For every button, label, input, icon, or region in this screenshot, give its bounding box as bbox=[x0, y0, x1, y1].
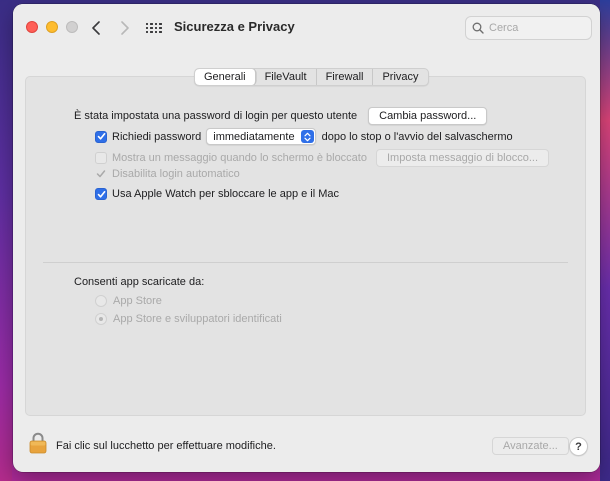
close-window-button[interactable] bbox=[26, 21, 38, 33]
checkmark-icon bbox=[97, 133, 105, 140]
require-password-row: Richiedi password immediatamente dopo lo… bbox=[95, 128, 513, 145]
window-title: Sicurezza e Privacy bbox=[174, 19, 295, 34]
desktop-wallpaper-right bbox=[600, 0, 610, 481]
checkmark-icon bbox=[96, 170, 106, 178]
search-field[interactable]: Cerca bbox=[465, 16, 592, 40]
show-message-checkbox[interactable] bbox=[95, 152, 107, 164]
password-set-text: È stata impostata una password di login … bbox=[74, 110, 358, 122]
radio-identified-label: App Store e sviluppatori identificati bbox=[113, 313, 282, 325]
disable-autologin-label: Disabilita login automatico bbox=[112, 168, 240, 180]
search-icon bbox=[472, 22, 484, 34]
desktop-wallpaper-left bbox=[0, 0, 12, 481]
set-lock-message-button[interactable]: Imposta messaggio di blocco... bbox=[375, 149, 550, 167]
zoom-window-button[interactable] bbox=[66, 21, 78, 33]
show-message-label: Mostra un messaggio quando lo schermo è … bbox=[112, 152, 367, 164]
tab-firewall[interactable]: Firewall bbox=[317, 69, 374, 85]
preferences-window: Sicurezza e Privacy Cerca Generali FileV… bbox=[13, 4, 600, 472]
back-button[interactable] bbox=[85, 17, 107, 39]
apple-watch-checkbox[interactable] bbox=[95, 188, 107, 200]
change-password-button[interactable]: Cambia password... bbox=[368, 107, 488, 125]
password-row: È stata impostata una password di login … bbox=[74, 107, 488, 125]
tab-filevault[interactable]: FileVault bbox=[256, 69, 317, 85]
chevron-left-icon bbox=[92, 21, 100, 35]
tab-bar: Generali FileVault Firewall Privacy bbox=[194, 68, 429, 86]
content-panel bbox=[25, 76, 586, 416]
radio-identified-developers[interactable] bbox=[95, 313, 107, 325]
radio-app-store-row: App Store bbox=[95, 295, 162, 307]
section-divider bbox=[43, 262, 568, 263]
title-bar: Sicurezza e Privacy Cerca bbox=[13, 4, 600, 52]
require-password-suffix: dopo lo stop o l'avvio del salvaschermo bbox=[321, 130, 513, 143]
help-button[interactable]: ? bbox=[569, 437, 588, 456]
search-placeholder: Cerca bbox=[489, 22, 519, 34]
checkmark-icon bbox=[97, 190, 105, 198]
lock-icon[interactable] bbox=[29, 432, 47, 454]
require-password-checkbox[interactable] bbox=[95, 130, 107, 143]
chevron-right-icon bbox=[121, 21, 129, 35]
downloads-heading: Consenti app scaricate da: bbox=[74, 276, 205, 288]
disable-autologin-row: Disabilita login automatico bbox=[95, 168, 240, 180]
show-all-grid-icon[interactable] bbox=[145, 19, 163, 37]
tab-generali[interactable]: Generali bbox=[195, 69, 256, 85]
show-message-row: Mostra un messaggio quando lo schermo è … bbox=[95, 149, 550, 167]
radio-app-store-label: App Store bbox=[113, 295, 162, 307]
disable-autologin-checkbox[interactable] bbox=[95, 168, 107, 180]
require-password-select-value: immediatamente bbox=[213, 130, 295, 143]
tab-privacy[interactable]: Privacy bbox=[373, 69, 427, 85]
radio-identified-row: App Store e sviluppatori identificati bbox=[95, 313, 282, 325]
apple-watch-label: Usa Apple Watch per sbloccare le app e i… bbox=[112, 188, 340, 200]
require-password-label: Richiedi password bbox=[112, 130, 202, 143]
require-password-select[interactable]: immediatamente bbox=[206, 128, 316, 145]
lock-hint-text: Fai clic sul lucchetto per effettuare mo… bbox=[56, 440, 276, 452]
forward-button[interactable] bbox=[114, 17, 136, 39]
apple-watch-row: Usa Apple Watch per sbloccare le app e i… bbox=[95, 188, 339, 200]
select-stepper-icon bbox=[300, 130, 314, 143]
radio-selected-dot bbox=[99, 317, 103, 321]
radio-app-store[interactable] bbox=[95, 295, 107, 307]
minimize-window-button[interactable] bbox=[46, 21, 58, 33]
advanced-button[interactable]: Avanzate... bbox=[492, 437, 569, 455]
downloads-heading-row: Consenti app scaricate da: bbox=[74, 276, 204, 288]
